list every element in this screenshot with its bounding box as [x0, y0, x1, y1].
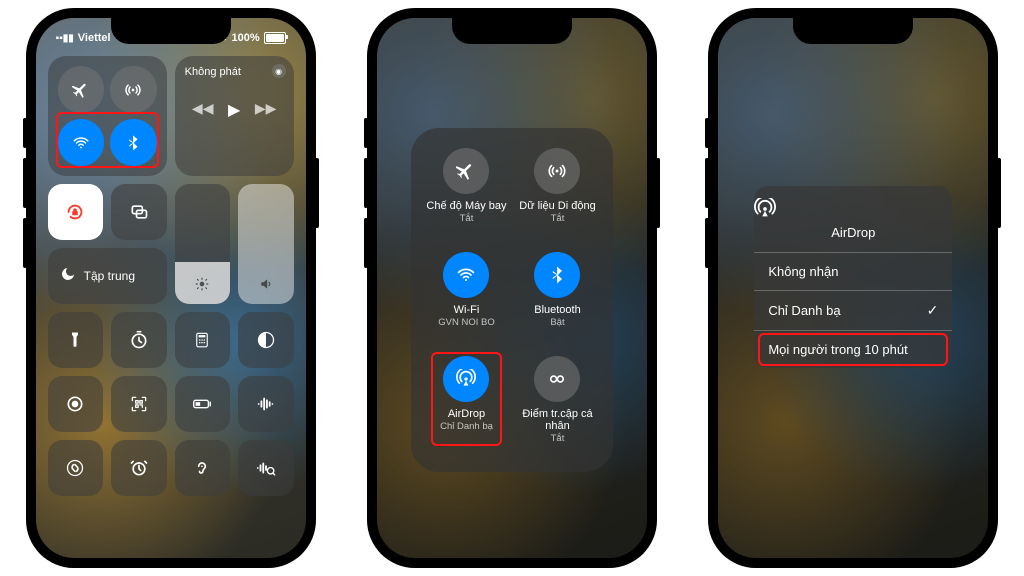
hearing-button[interactable] — [175, 440, 231, 496]
hotspot-label: Điểm tr.cập cá nhân — [514, 408, 601, 432]
screen-record-toggle[interactable] — [48, 376, 104, 432]
bluetooth-icon — [534, 252, 580, 298]
airdrop-sheet: AirDrop Không nhận Chỉ Danh bạ ✓ Mọi ngư… — [754, 186, 952, 368]
airdrop-icon — [754, 198, 952, 220]
battery-icon — [264, 32, 286, 44]
cellular-icon — [534, 148, 580, 194]
low-power-toggle[interactable] — [175, 376, 231, 432]
flashlight-toggle[interactable] — [48, 312, 104, 368]
airplay-icon[interactable]: ◉ — [272, 64, 286, 78]
cellular-sub: Tắt — [551, 213, 565, 224]
airplane-icon — [443, 148, 489, 194]
brightness-slider[interactable] — [175, 184, 231, 304]
battery-pct: 100% — [232, 32, 260, 44]
option-label: Không nhận — [768, 264, 838, 279]
bluetooth-sub: Bật — [550, 317, 564, 328]
media-module[interactable]: ◉ Không phát ◀◀ ▶ ▶▶ — [175, 56, 294, 176]
check-icon: ✓ — [927, 302, 939, 319]
airplane-toggle[interactable] — [58, 66, 105, 113]
airdrop-option-contacts[interactable]: Chỉ Danh bạ ✓ — [754, 290, 952, 330]
dark-mode-toggle[interactable] — [238, 312, 294, 368]
carrier-label: Viettel — [78, 32, 111, 44]
airplane-label: Chế độ Máy bay — [426, 200, 506, 212]
connectivity-panel: Chế độ Máy bay Tắt Dữ liệu Di động Tắt W… — [411, 128, 613, 472]
play-icon[interactable]: ▶ — [228, 100, 240, 120]
focus-toggle[interactable]: Tập trung — [48, 248, 167, 304]
hotspot-icon — [534, 356, 580, 402]
focus-label: Tập trung — [84, 269, 135, 283]
screen-airdrop-options: AirDrop Không nhận Chỉ Danh bạ ✓ Mọi ngư… — [718, 18, 988, 558]
phone-2: Chế độ Máy bay Tắt Dữ liệu Di động Tắt W… — [367, 8, 657, 568]
connectivity-module[interactable] — [48, 56, 167, 176]
brightness-icon — [195, 277, 209, 294]
media-title: Không phát — [185, 66, 241, 78]
calculator-button[interactable] — [175, 312, 231, 368]
prev-icon[interactable]: ◀◀ — [192, 100, 214, 120]
timer-toggle[interactable] — [111, 312, 167, 368]
option-label: Mọi người trong 10 phút — [768, 342, 907, 357]
cellular-cell[interactable]: Dữ liệu Di động Tắt — [514, 148, 601, 244]
hotspot-sub: Tắt — [551, 433, 565, 444]
alarm-button[interactable] — [111, 440, 167, 496]
volume-slider[interactable] — [238, 184, 294, 304]
airdrop-title: AirDrop — [831, 225, 875, 240]
hotspot-cell[interactable]: Điểm tr.cập cá nhân Tắt — [514, 356, 601, 452]
shazam-button[interactable] — [48, 440, 104, 496]
airplane-sub: Tắt — [460, 213, 474, 224]
wifi-toggle[interactable] — [58, 119, 105, 166]
sound-recognition-toggle[interactable] — [238, 376, 294, 432]
qr-scan-button[interactable] — [111, 376, 167, 432]
bluetooth-toggle[interactable] — [110, 119, 157, 166]
airdrop-icon — [443, 356, 489, 402]
airdrop-option-off[interactable]: Không nhận — [754, 252, 952, 290]
cellular-label: Dữ liệu Di động — [519, 200, 595, 212]
wifi-cell[interactable]: Wi-Fi GVN NOI BO — [423, 252, 510, 348]
screen-mirroring-toggle[interactable] — [111, 184, 167, 240]
wifi-sub: GVN NOI BO — [438, 317, 494, 328]
option-label: Chỉ Danh bạ — [768, 303, 840, 318]
airdrop-cell[interactable]: AirDrop Chỉ Danh bạ — [423, 356, 510, 452]
bluetooth-cell[interactable]: Bluetooth Bật — [514, 252, 601, 348]
moon-icon — [60, 266, 76, 287]
wifi-icon — [443, 252, 489, 298]
bluetooth-label: Bluetooth — [534, 304, 580, 316]
phone-1: ▪▪▮▮ Viettel 100% — [26, 8, 316, 568]
orientation-lock-toggle[interactable] — [48, 184, 104, 240]
airplane-cell[interactable]: Chế độ Máy bay Tắt — [423, 148, 510, 244]
airdrop-label: AirDrop — [448, 408, 485, 420]
signal-icon: ▪▪▮▮ — [56, 33, 74, 44]
airdrop-sub: Chỉ Danh bạ — [440, 421, 493, 432]
music-recognition-button[interactable] — [238, 440, 294, 496]
cellular-toggle[interactable] — [110, 66, 157, 113]
airdrop-option-everyone[interactable]: Mọi người trong 10 phút — [754, 330, 952, 368]
next-icon[interactable]: ▶▶ — [255, 100, 277, 120]
screen-control-center: ▪▪▮▮ Viettel 100% — [36, 18, 306, 558]
screen-connectivity-expanded: Chế độ Máy bay Tắt Dữ liệu Di động Tắt W… — [377, 18, 647, 558]
volume-icon — [259, 277, 273, 294]
phone-3: AirDrop Không nhận Chỉ Danh bạ ✓ Mọi ngư… — [708, 8, 998, 568]
wifi-label: Wi-Fi — [454, 304, 480, 316]
